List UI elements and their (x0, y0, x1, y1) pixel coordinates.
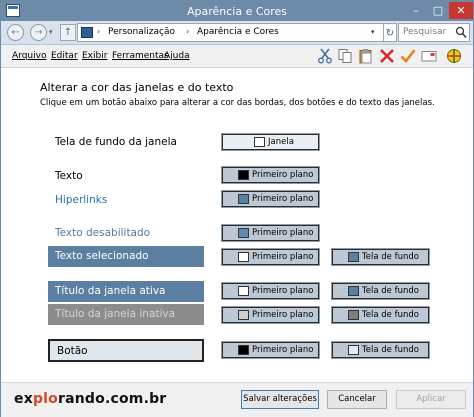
button-label: Tela de fundo (362, 286, 419, 296)
inactive-title-background-button[interactable]: Tela de fundo (331, 306, 430, 324)
brand-watermark: explorando.com.br (14, 391, 167, 407)
address-field[interactable]: › Personalização › Aparência e Cores ▾ (77, 23, 384, 42)
color-swatch (238, 252, 249, 262)
color-swatch (348, 252, 359, 262)
title-bar: Aparência e Cores – □ ✕ (1, 1, 473, 21)
button-foreground-button[interactable]: Primeiro plano (221, 341, 320, 359)
history-dropdown-icon[interactable]: ▾ (49, 28, 53, 36)
button-background-button[interactable]: Tela de fundo (331, 341, 430, 359)
copy-icon[interactable] (337, 48, 353, 64)
search-placeholder: Pesquisar (403, 27, 447, 37)
color-swatch (348, 310, 359, 320)
button-label: Primeiro plano (252, 345, 314, 355)
menu-ferramentas[interactable]: Ferramentas (112, 51, 169, 61)
paste-icon[interactable] (358, 48, 374, 64)
maximize-button[interactable]: □ (427, 2, 449, 19)
menu-editar[interactable]: Editar (51, 51, 78, 61)
color-swatch (348, 345, 359, 355)
color-swatch (238, 170, 249, 180)
label-button: Botão (48, 339, 204, 362)
up-folder-button[interactable]: ↑ (60, 24, 76, 41)
color-swatch (238, 286, 249, 296)
footer-bar: explorando.com.br Salvar alterações Canc… (1, 382, 473, 417)
email-icon[interactable] (421, 48, 437, 64)
inactive-title-foreground-button[interactable]: Primeiro plano (221, 306, 320, 324)
selected-text-background-button[interactable]: Tela de fundo (331, 248, 430, 266)
label-selected-text: Texto selecionado (48, 246, 204, 267)
search-input[interactable]: Pesquisar (398, 23, 470, 42)
breadcrumb-aparencia[interactable]: Aparência e Cores (197, 27, 279, 37)
target-icon[interactable] (446, 48, 462, 64)
label-text: Texto (55, 170, 83, 182)
label-window-background: Tela de fundo da janela (55, 136, 177, 148)
cancel-button[interactable]: Cancelar (327, 390, 387, 409)
button-label: Primeiro plano (252, 228, 314, 238)
button-label: Tela de fundo (362, 345, 419, 355)
back-button[interactable]: ← (7, 24, 24, 41)
window-title: Aparência e Cores (186, 5, 288, 18)
scissors-icon[interactable] (317, 48, 333, 64)
folder-icon (81, 27, 93, 38)
active-title-background-button[interactable]: Tela de fundo (331, 282, 430, 300)
search-icon[interactable] (455, 26, 467, 39)
color-swatch (238, 194, 249, 204)
minimize-button[interactable]: – (405, 2, 427, 19)
page-title: Alterar a cor das janelas e do texto (40, 81, 234, 94)
hyperlinks-foreground-button[interactable]: Primeiro plano (221, 190, 320, 208)
label-inactive-title: Título da janela inativa (48, 304, 204, 325)
menu-arquivo[interactable]: Arquivo (12, 51, 46, 61)
menu-exibir[interactable]: Exibir (82, 51, 107, 61)
refresh-button[interactable]: ↻ (384, 23, 397, 42)
breadcrumb-personalizacao[interactable]: Personalização (108, 27, 175, 37)
breadcrumb-separator: › (186, 27, 190, 36)
button-label: Primeiro plano (252, 310, 314, 320)
label-hyperlinks: Hiperlinks (55, 194, 108, 206)
forward-button[interactable]: → (30, 24, 47, 41)
color-swatch (348, 286, 359, 296)
appearance-window: Aparência e Cores – □ ✕ ← → ▾ ↑ › Person… (0, 0, 474, 417)
button-label: Tela de fundo (362, 252, 419, 262)
disabled-text-foreground-button[interactable]: Primeiro plano (221, 224, 320, 242)
breadcrumb-separator: › (97, 27, 101, 36)
address-bar: ← → ▾ ↑ › Personalização › Aparência e C… (1, 21, 473, 45)
label-disabled-text: Texto desabilitado (55, 227, 151, 239)
selected-text-foreground-button[interactable]: Primeiro plano (221, 248, 320, 266)
menu-ajuda[interactable]: Ajuda (164, 51, 190, 61)
address-dropdown-icon[interactable]: ▾ (371, 28, 375, 36)
button-label: Janela (268, 137, 294, 147)
content-area: Alterar a cor das janelas e do texto Cli… (1, 68, 473, 382)
active-title-foreground-button[interactable]: Primeiro plano (221, 282, 320, 300)
button-label: Tela de fundo (362, 310, 419, 320)
button-label: Primeiro plano (252, 170, 314, 180)
button-label: Primeiro plano (252, 252, 314, 262)
button-label: Primeiro plano (252, 286, 314, 296)
label-active-title: Título da janela ativa (48, 281, 204, 302)
close-button[interactable]: ✕ (449, 2, 473, 19)
window-background-button[interactable]: Janela (221, 133, 320, 151)
color-swatch (238, 310, 249, 320)
color-swatch (238, 345, 249, 355)
menu-bar: Arquivo Editar Exibir Ferramentas Ajuda (1, 45, 473, 68)
apply-button[interactable]: Aplicar (396, 390, 466, 409)
page-description: Clique em um botão abaixo para alterar a… (40, 98, 435, 108)
button-label: Primeiro plano (252, 194, 314, 204)
color-swatch (238, 228, 249, 238)
save-button[interactable]: Salvar alterações (241, 390, 319, 409)
color-swatch (254, 137, 265, 147)
text-foreground-button[interactable]: Primeiro plano (221, 166, 320, 184)
check-icon[interactable] (400, 48, 416, 64)
delete-icon[interactable] (379, 48, 395, 64)
